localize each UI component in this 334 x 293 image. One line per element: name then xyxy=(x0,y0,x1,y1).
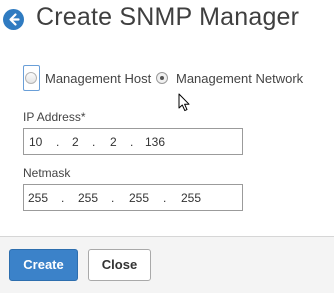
ip-address-octet-1[interactable]: 10 xyxy=(29,135,42,149)
octet-separator: . xyxy=(130,135,134,149)
radio-selected-dot xyxy=(160,76,164,80)
netmask-octet-2[interactable]: 255 xyxy=(78,191,98,205)
netmask-field[interactable]: 255 . 255 . 255 . 255 xyxy=(23,184,243,211)
octet-separator: . xyxy=(56,135,60,149)
radio-button-selected[interactable] xyxy=(156,72,168,84)
close-button[interactable]: Close xyxy=(88,249,151,281)
radio-label-management-host[interactable]: Management Host xyxy=(45,71,151,86)
page-title: Create SNMP Manager xyxy=(36,3,300,31)
netmask-octet-4[interactable]: 255 xyxy=(181,191,201,205)
manager-type-radio-group: Management Host Management Network xyxy=(23,65,323,91)
radio-label-management-network[interactable]: Management Network xyxy=(176,71,303,86)
octet-separator: . xyxy=(163,191,167,205)
mouse-pointer-icon xyxy=(178,93,190,117)
ip-address-field[interactable]: 10 . 2 . 2 . 136 xyxy=(23,128,243,155)
ip-address-octet-3[interactable]: 2 xyxy=(110,135,117,149)
netmask-octet-1[interactable]: 255 xyxy=(28,191,48,205)
ip-address-octet-2[interactable]: 2 xyxy=(72,135,79,149)
netmask-octet-3[interactable]: 255 xyxy=(129,191,149,205)
octet-separator: . xyxy=(92,135,96,149)
create-button[interactable]: Create xyxy=(9,249,78,281)
netmask-label: Netmask xyxy=(23,166,71,180)
ip-address-label: IP Address* xyxy=(23,110,86,124)
dialog-header: Create SNMP Manager xyxy=(0,0,334,40)
ip-address-octet-4[interactable]: 136 xyxy=(145,135,165,149)
octet-separator: . xyxy=(61,191,65,205)
octet-separator: . xyxy=(111,191,115,205)
back-arrow-icon[interactable] xyxy=(3,9,24,30)
radio-button-unselected[interactable] xyxy=(25,72,37,84)
